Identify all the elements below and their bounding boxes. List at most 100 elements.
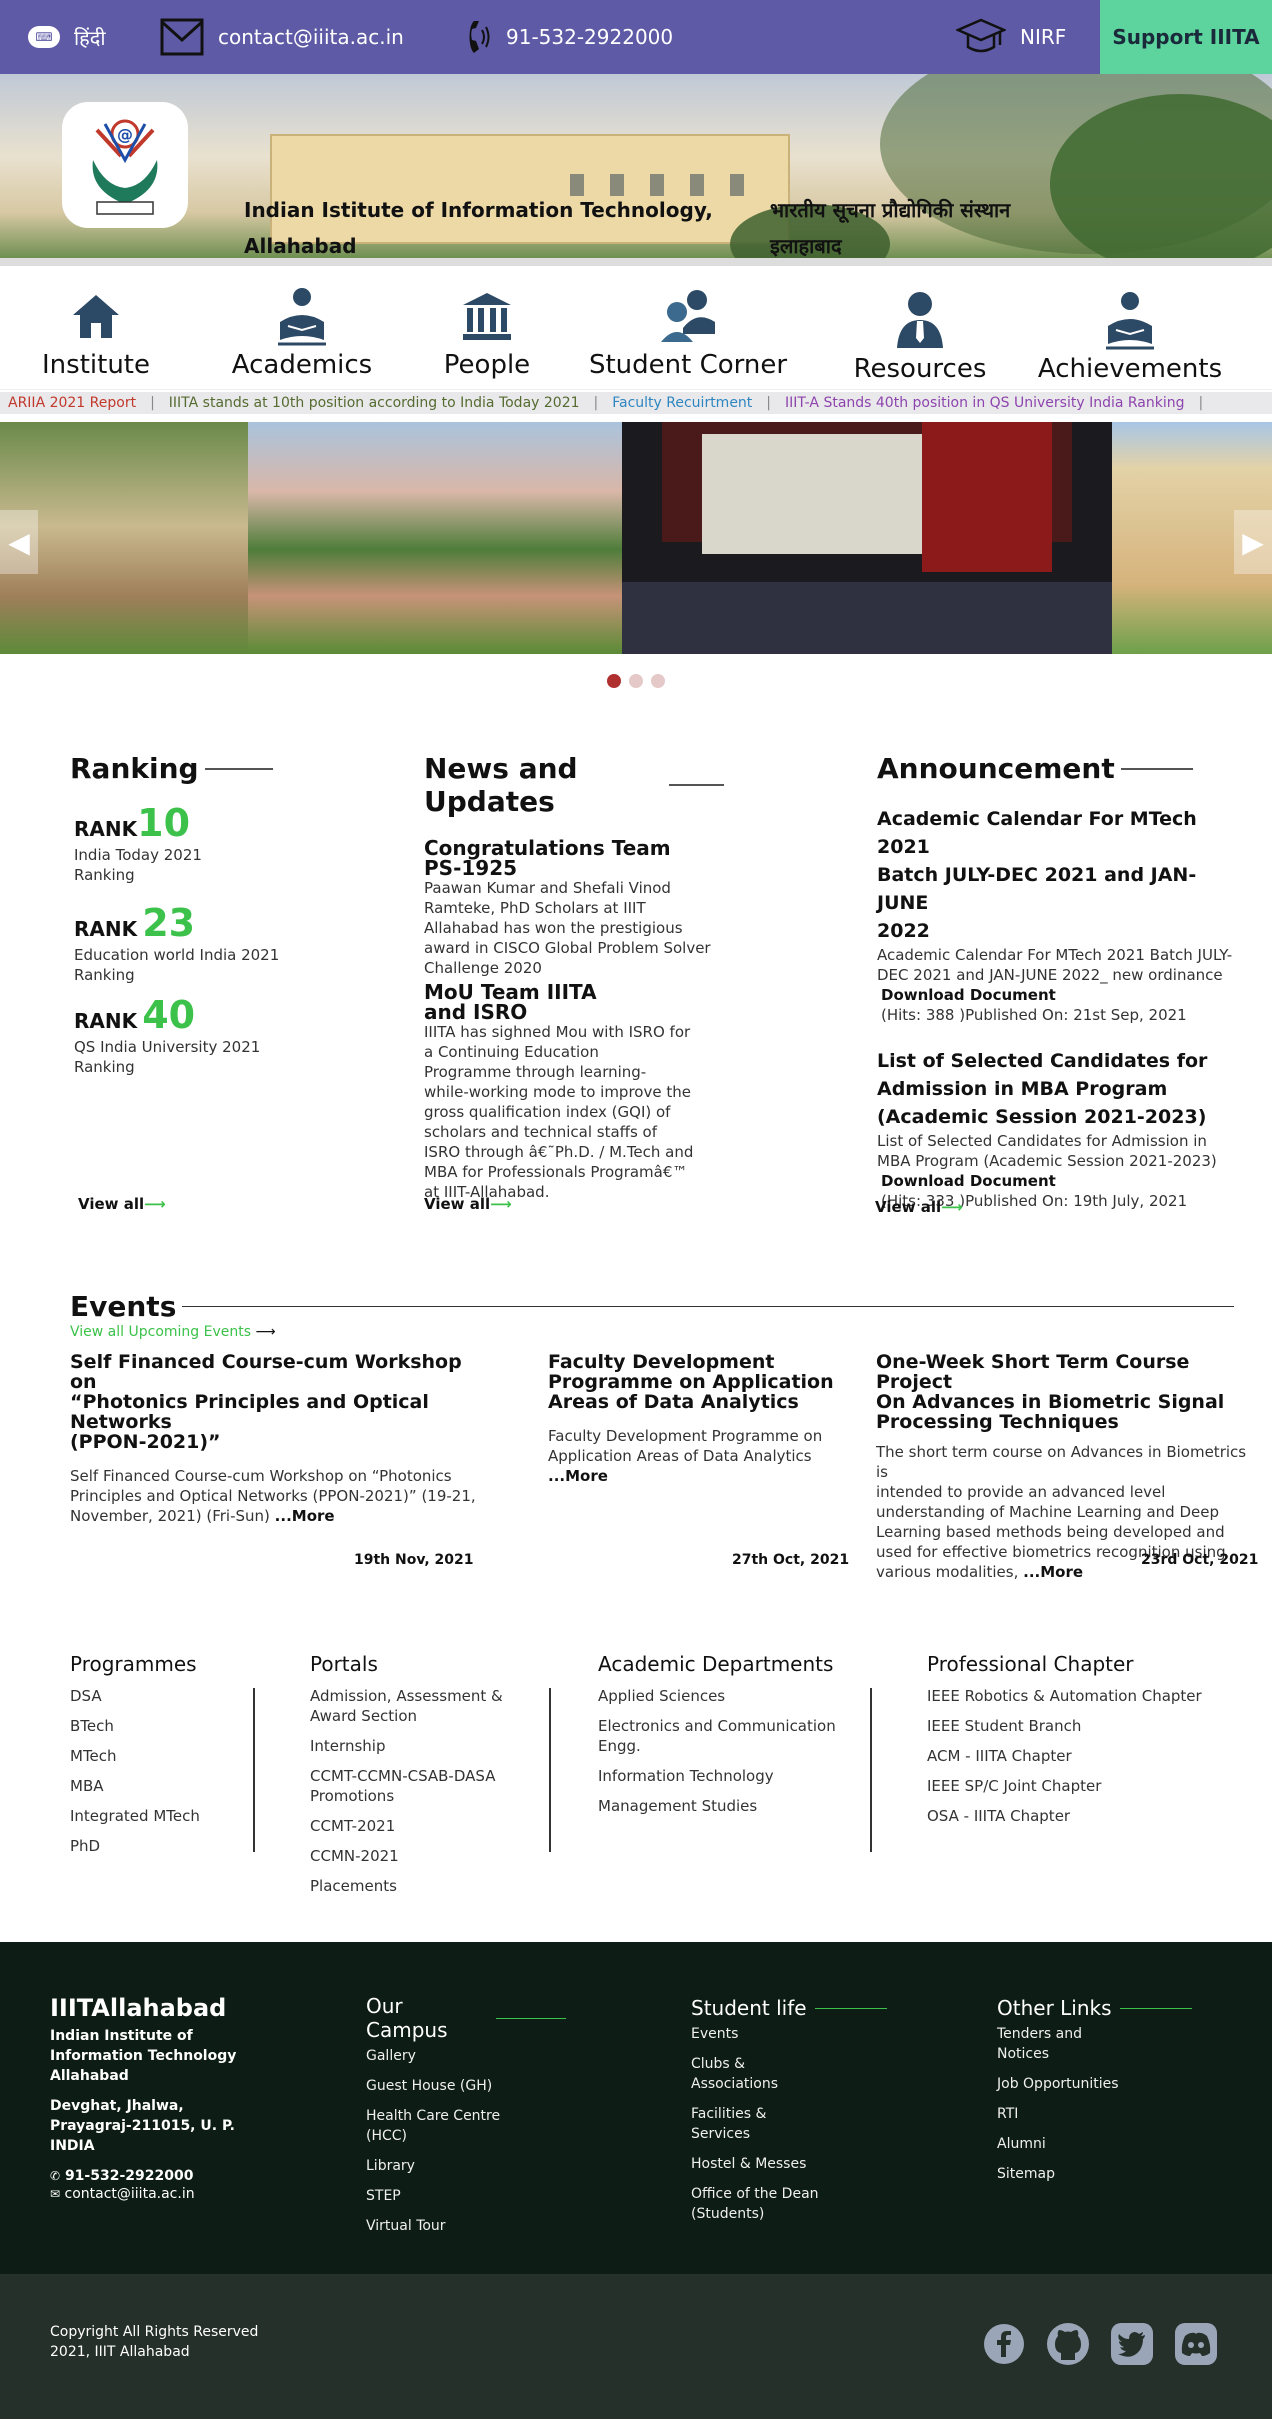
portal-link[interactable]: CCMN-2021 [310, 1846, 520, 1866]
footer-link[interactable]: Clubs & Associations [691, 2054, 791, 2094]
programme-link[interactable]: PhD [70, 1836, 250, 1856]
news-title: News and Updates [424, 752, 578, 818]
chapter-link[interactable]: ACM - IIITA Chapter [927, 1746, 1227, 1766]
ticker-item[interactable]: Faculty Recuirtment [612, 395, 752, 411]
arrow-right-icon: ⟶ [255, 1324, 276, 1340]
footer-link[interactable]: Facilities & Services [691, 2104, 781, 2144]
phone-icon: ✆ [50, 2169, 61, 2183]
arrow-right-icon: ⟶ [144, 1195, 166, 1213]
news-item[interactable]: Congratulations Team PS-1925 Paawan Kumar… [424, 838, 724, 978]
portals-title: Portals [310, 1652, 378, 1676]
nav-academics[interactable]: Academics [210, 286, 394, 380]
twitter-link[interactable] [1110, 2322, 1154, 2366]
nirf-link[interactable]: NIRF [956, 0, 1066, 74]
footer-link[interactable]: Alumni [997, 2134, 1217, 2154]
twitter-icon [1111, 2323, 1153, 2365]
chapter-link[interactable]: IEEE Robotics & Automation Chapter [927, 1686, 1227, 1706]
programme-link[interactable]: DSA [70, 1686, 250, 1706]
footer-link[interactable]: Hostel & Messes [691, 2154, 891, 2174]
nav-resources[interactable]: Resources [848, 286, 992, 384]
footer-link[interactable]: Health Care Centre (HCC) [366, 2106, 506, 2146]
event-more-link[interactable]: ...More [275, 1507, 335, 1525]
download-document-link[interactable]: Download Document [877, 1171, 1237, 1191]
slider-next-button[interactable]: ▶ [1234, 510, 1272, 574]
institute-name-hi: भारतीय सूचना प्रौद्योगिकी संस्थान इलाहाब… [770, 198, 1011, 258]
event-more-link[interactable]: ...More [1023, 1563, 1083, 1581]
programme-link[interactable]: MBA [70, 1776, 250, 1796]
ticker-item[interactable]: IIITA stands at 10th position according … [169, 395, 580, 411]
phone-icon [469, 21, 490, 53]
portal-link[interactable]: CCMT-2021 [310, 1816, 520, 1836]
departments-title: Academic Departments [598, 1652, 834, 1676]
departments-column: Academic Departments Applied Sciences Ele… [598, 1652, 848, 1826]
footer-link[interactable]: RTI [997, 2104, 1217, 2124]
news-item[interactable]: MoU Team IIITA and ISRO IIITA has sighned… [424, 982, 724, 1202]
programme-link[interactable]: BTech [70, 1716, 250, 1736]
discord-icon [1175, 2323, 1217, 2365]
portal-link[interactable]: Internship [310, 1736, 520, 1756]
footer-link[interactable]: Library [366, 2156, 566, 2176]
department-link[interactable]: Applied Sciences [598, 1686, 848, 1706]
programmes-title: Programmes [70, 1652, 197, 1676]
footer-link[interactable]: Office of the Dean (Students) [691, 2184, 831, 2224]
footer-address: Devghat, Jhalwa, Prayagraj-211015, U. P. I… [50, 2098, 235, 2154]
envelope-icon [160, 18, 204, 56]
rank-item: RANK 40 QS India University 2021 Ranking [74, 993, 261, 1076]
footer-link[interactable]: Sitemap [997, 2164, 1217, 2184]
graduation-cap-icon [956, 18, 1006, 53]
event-card[interactable]: Self Financed Course-cum Workshop on “Pho… [70, 1352, 490, 1526]
support-iiita-button[interactable]: Support IIITA [1100, 0, 1272, 74]
portal-link[interactable]: Admission, Assessment & Award Section [310, 1686, 520, 1726]
department-link[interactable]: Information Technology [598, 1766, 848, 1786]
ranking-view-all[interactable]: View all⟶ [78, 1195, 166, 1213]
footer-link[interactable]: Events [691, 2024, 891, 2044]
footer-link[interactable]: STEP [366, 2186, 566, 2206]
announcement-item[interactable]: List of Selected Candidates for Admission… [877, 1047, 1237, 1211]
github-link[interactable] [1046, 2322, 1090, 2366]
footer-link[interactable]: Guest House (GH) [366, 2076, 566, 2096]
chapter-link[interactable]: IEEE SP/C Joint Chapter [927, 1776, 1227, 1796]
department-link[interactable]: Management Studies [598, 1796, 848, 1816]
download-document-link[interactable]: Download Document [877, 985, 1237, 1005]
ticker-item[interactable]: ARIIA 2021 Report [8, 395, 136, 411]
footer-phone[interactable]: ✆ 91-532-2922000 [50, 2168, 280, 2184]
event-card[interactable]: Faculty Development Programme on Applicat… [548, 1352, 848, 1486]
reader-icon [278, 288, 326, 346]
programme-link[interactable]: MTech [70, 1746, 250, 1766]
email-text: contact@iiita.ac.in [218, 25, 404, 49]
chapter-link[interactable]: OSA - IIITA Chapter [927, 1806, 1227, 1826]
slider-prev-button[interactable]: ◀ [0, 510, 38, 574]
event-card[interactable]: One-Week Short Term Course Project On Adv… [876, 1352, 1256, 1582]
announcement-view-all[interactable]: View all⟶ [875, 1198, 963, 1216]
programme-link[interactable]: Integrated MTech [70, 1806, 250, 1826]
view-upcoming-events-link[interactable]: View all Upcoming Events ⟶ [70, 1324, 276, 1340]
phone-link[interactable]: 91-532-2922000 [466, 0, 673, 74]
department-link[interactable]: Electronics and Communication Engg. [598, 1716, 848, 1756]
footer-link[interactable]: Gallery [366, 2046, 566, 2066]
language-toggle[interactable]: ⌨ हिंदी [28, 0, 106, 74]
event-more-link[interactable]: ...More [548, 1467, 608, 1485]
news-view-all[interactable]: View all⟶ [424, 1195, 512, 1213]
ticker-item[interactable]: IIIT-A Stands 40th position in QS Univer… [785, 395, 1185, 411]
chapter-link[interactable]: IEEE Student Branch [927, 1716, 1227, 1736]
svg-text:@: @ [117, 125, 133, 144]
footer-link[interactable]: Job Opportunities [997, 2074, 1217, 2094]
image-slider: ◀ ▶ [0, 422, 1272, 654]
facebook-link[interactable] [982, 2322, 1026, 2366]
portal-link[interactable]: Placements [310, 1876, 520, 1896]
nav-label: Academics [231, 350, 373, 380]
institute-logo[interactable]: @ [62, 102, 188, 228]
discord-link[interactable] [1174, 2322, 1218, 2366]
announcement-item[interactable]: Academic Calendar For MTech 2021 Batch JU… [877, 805, 1237, 1025]
email-link[interactable]: contact@iiita.ac.in [160, 0, 404, 74]
user-tie-icon [897, 292, 943, 348]
nav-achievements[interactable]: Achievements [1036, 286, 1224, 384]
footer-email[interactable]: ✉ contact@iiita.ac.in [50, 2186, 280, 2202]
footer-link[interactable]: Virtual Tour [366, 2216, 566, 2236]
nav-institute[interactable]: Institute [42, 286, 150, 380]
building-icon [463, 293, 511, 340]
nav-people[interactable]: People [430, 286, 544, 380]
footer-link[interactable]: Tenders and Notices [997, 2024, 1097, 2064]
portal-link[interactable]: CCMT-CCMN-CSAB-DASA Promotions [310, 1766, 520, 1806]
nav-student-corner[interactable]: Student Corner [588, 286, 788, 380]
